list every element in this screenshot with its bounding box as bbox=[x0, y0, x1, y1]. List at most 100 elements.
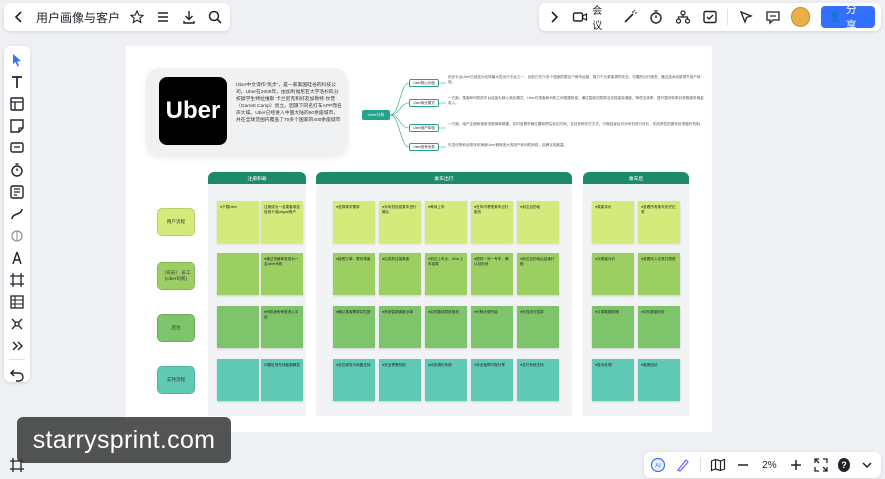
mindmap-branch-text: 一方面，乘客和司机的平台连接为核心商业模式，Uber在乘客和司机之间搭建桥梁，通… bbox=[448, 96, 704, 105]
sticky-note[interactable]: ●对乘客评价 bbox=[592, 253, 634, 295]
layout-icon[interactable] bbox=[8, 96, 26, 113]
sticky-note[interactable]: ●投诉处理 bbox=[592, 359, 634, 401]
row-label[interactable]: 支持流程 bbox=[157, 366, 195, 394]
whiteboard-canvas[interactable]: Uber Uber中文译作“优步”，是一家美国硅谷的科技公司。Uber在2009… bbox=[126, 46, 712, 432]
undo-icon[interactable] bbox=[8, 365, 26, 382]
fullscreen-icon[interactable] bbox=[813, 456, 829, 474]
cursor-icon[interactable] bbox=[8, 52, 26, 69]
sticky-note[interactable]: ●行程计费开始 bbox=[471, 306, 513, 348]
timer-icon[interactable] bbox=[8, 162, 26, 179]
mindmap-branch[interactable]: Uber用户体验 bbox=[409, 124, 439, 132]
star-icon[interactable] bbox=[128, 8, 146, 26]
sticky-note[interactable]: ●对司机信息乘车进行确认 bbox=[379, 201, 421, 243]
left-toolbar bbox=[4, 46, 30, 382]
sticky-note[interactable]: ●出发前往接乘客 bbox=[379, 253, 421, 295]
document-title[interactable]: 用户画像与客户体验 bbox=[36, 9, 120, 26]
sticky-note[interactable]: ●到达上车点，Uber上车接乘 bbox=[425, 253, 467, 295]
sticky-note[interactable]: ●定位服务与地图支持 bbox=[333, 359, 375, 401]
sticky-note[interactable]: 问题反馈在线客服解答 bbox=[261, 359, 303, 401]
zoom-level[interactable]: 2% bbox=[760, 460, 779, 471]
sticky-note[interactable]: ●司机身份审查进入平台 bbox=[261, 306, 303, 348]
sticky-note-icon[interactable] bbox=[8, 118, 26, 135]
sticky-note[interactable]: ●提供一对一专车，确认目的地 bbox=[471, 253, 513, 295]
sticky-note[interactable]: ●下载Uber bbox=[217, 201, 259, 243]
mindmap-branch[interactable]: Uber竞争优势 bbox=[409, 143, 439, 151]
lane-header[interactable]: 乘车后 bbox=[583, 172, 689, 184]
sticky-note[interactable] bbox=[217, 253, 259, 295]
sticky-note[interactable]: ●实时路线导航规划 bbox=[425, 306, 467, 348]
more-icon[interactable] bbox=[8, 337, 26, 354]
search-icon[interactable] bbox=[206, 8, 224, 26]
sticky-note[interactable]: ●安全预警机制 bbox=[379, 359, 421, 401]
map-icon[interactable] bbox=[710, 456, 726, 474]
share-label: 分享 bbox=[845, 4, 857, 32]
sticky-note[interactable]: ●查看所有乘车历史记录 bbox=[638, 201, 680, 243]
sticky-note[interactable]: ●确认乘客需求并匹配 bbox=[333, 306, 375, 348]
comment-card-icon[interactable] bbox=[8, 140, 26, 157]
chevron-down-icon[interactable] bbox=[859, 456, 875, 474]
comment-icon[interactable] bbox=[764, 8, 782, 26]
meeting-label: 会议 bbox=[592, 6, 603, 32]
magic-icon[interactable] bbox=[8, 228, 26, 245]
sticky-note[interactable]: ●动态调价系统 bbox=[425, 359, 467, 401]
mindmap-branch-text: 优步平台Uber已经成为全球最大的出行平台之一，目前已在70多个国家的数百个城市… bbox=[448, 75, 701, 84]
pen-icon[interactable] bbox=[675, 456, 691, 474]
org-chart-icon[interactable] bbox=[674, 8, 692, 26]
help-button[interactable]: ? bbox=[837, 458, 850, 472]
text-icon[interactable] bbox=[8, 74, 26, 91]
avatar[interactable] bbox=[790, 7, 811, 27]
sticky-note[interactable]: ●到达目的地后结束行程 bbox=[517, 253, 559, 295]
divider bbox=[9, 359, 25, 361]
connector-icon[interactable] bbox=[8, 206, 26, 223]
table-icon[interactable] bbox=[8, 293, 26, 310]
mindmap-branch[interactable]: Uber商业模式 bbox=[409, 99, 439, 107]
sticky-note[interactable]: ●乘客评价 bbox=[592, 201, 634, 243]
share-button[interactable]: 👤 分享 bbox=[821, 4, 875, 32]
template-icon[interactable] bbox=[8, 184, 26, 201]
sticky-note[interactable]: ●选择乘车需求 bbox=[333, 201, 375, 243]
sticky-note[interactable]: ●在线支付结算 bbox=[517, 306, 559, 348]
sticky-note[interactable]: ●接受订单，联系乘客 bbox=[333, 253, 375, 295]
row-label[interactable]: 后台 bbox=[157, 314, 195, 342]
sticky-note[interactable]: ●到达目的地 bbox=[517, 201, 559, 243]
menu-icon[interactable] bbox=[154, 8, 172, 26]
sticky-note[interactable]: ●通过资格审查成为一名Uber司机 bbox=[261, 253, 303, 295]
divider bbox=[727, 9, 729, 25]
row-label[interactable]: 用户流程 bbox=[157, 208, 195, 236]
lane-header[interactable]: 乘车出行 bbox=[316, 172, 572, 184]
checklist-icon[interactable] bbox=[701, 8, 719, 26]
mindmap-branch-text: 一方面，用户注册和使用流程简单便捷，实时查看车辆位置和预估到达时间，支持多种支付… bbox=[448, 122, 704, 126]
lane-header[interactable]: 注册和载 bbox=[208, 172, 306, 184]
document-header: 用户画像与客户体验 bbox=[4, 3, 230, 31]
divider bbox=[700, 458, 701, 472]
mindmap-root[interactable]: Uber分析 bbox=[362, 110, 390, 120]
minus-icon[interactable] bbox=[735, 456, 751, 474]
chevron-left-icon[interactable] bbox=[10, 8, 28, 26]
ai-assistant-icon[interactable]: AI bbox=[650, 456, 666, 474]
timer-icon[interactable] bbox=[647, 8, 665, 26]
sticky-note[interactable] bbox=[217, 359, 259, 401]
row-label[interactable]: （司员） 员工(Uber司机) bbox=[157, 262, 195, 290]
sticky-note[interactable]: ●评价数据分析 bbox=[638, 306, 680, 348]
mindmap-branch[interactable]: Uber核心价值 bbox=[409, 79, 439, 87]
sticky-note[interactable]: ●在车内享受乘车出行服务 bbox=[471, 201, 513, 243]
download-icon[interactable] bbox=[180, 8, 198, 26]
magic-wand-icon[interactable] bbox=[621, 8, 639, 26]
sticky-note[interactable]: ●客服回访 bbox=[638, 359, 680, 401]
sticky-note[interactable]: ●系统智能调度派单 bbox=[379, 306, 421, 348]
sticky-note[interactable]: ●订单数据存储 bbox=[592, 306, 634, 348]
sticky-note[interactable]: ●支付系统支持 bbox=[517, 359, 559, 401]
chevron-right-icon[interactable] bbox=[545, 8, 563, 26]
pen-icon[interactable] bbox=[8, 249, 26, 266]
mindmap-branch-text: 先发优势和全球化布局使Uber拥有庞大的用户和司机网络，品牌认知度高。 bbox=[448, 143, 568, 147]
mindmap-icon[interactable] bbox=[8, 315, 26, 332]
frame-icon[interactable] bbox=[8, 271, 26, 288]
sticky-note[interactable] bbox=[217, 306, 259, 348]
sticky-note[interactable]: ●等待上车 bbox=[425, 201, 467, 243]
meeting-button[interactable]: 会议 bbox=[572, 2, 612, 32]
plus-icon[interactable] bbox=[788, 456, 804, 474]
sticky-note[interactable]: 注册成为一名乘客绑定信用卡或paypal账户 bbox=[261, 201, 303, 243]
pointer-flag-icon[interactable] bbox=[737, 8, 755, 26]
sticky-note[interactable]: ●安全保障行程分享 bbox=[471, 359, 513, 401]
sticky-note[interactable]: ●查看收入记录并提现 bbox=[638, 253, 680, 295]
